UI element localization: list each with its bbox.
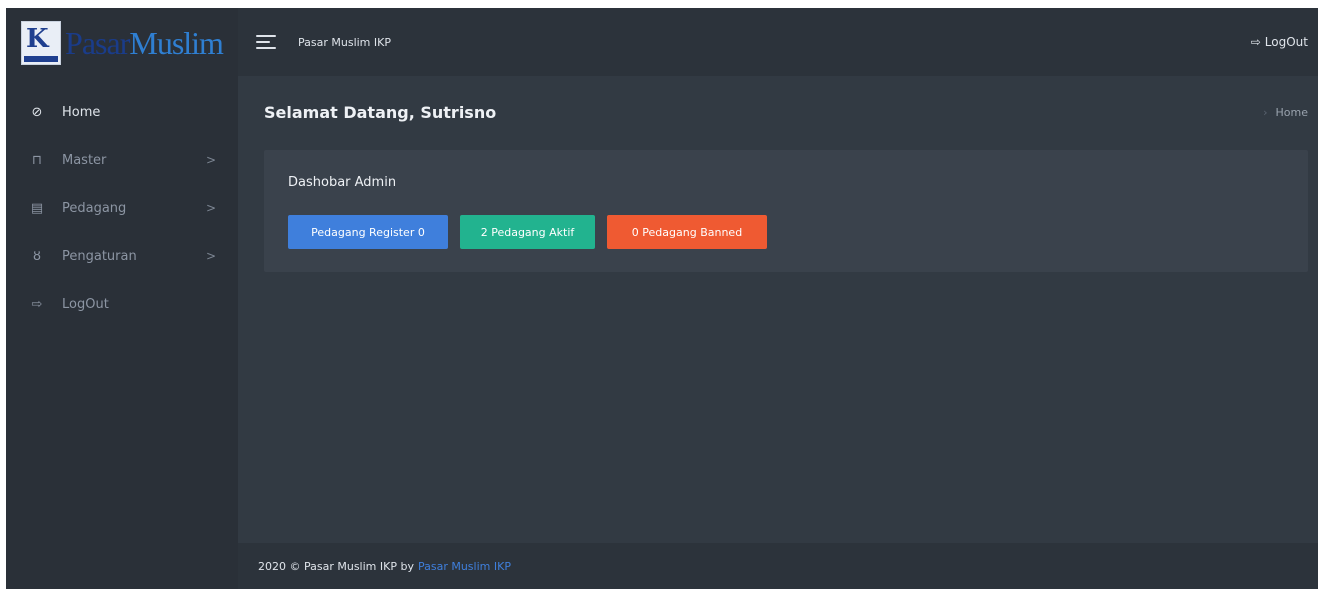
topbar: Pasar Muslim IKP ⇨ LogOut	[238, 8, 1318, 76]
app-frame: K PasarMuslim ⊘ Home ⊓ Master > ▤ Pedaga…	[6, 8, 1318, 589]
sidebar-item-label: LogOut	[62, 296, 109, 312]
card-title: Dashobar Admin	[288, 175, 397, 190]
dashboard-icon: ⊘	[31, 104, 43, 120]
logout-icon: ⇨	[31, 296, 43, 312]
breadcrumb: › Home	[1263, 106, 1308, 119]
footer: 2020 © Pasar Muslim IKP by Pasar Muslim …	[238, 543, 1318, 589]
footer-text: 2020 © Pasar Muslim IKP by	[258, 559, 414, 573]
sidebar-item-logout[interactable]: ⇨ LogOut	[6, 280, 238, 328]
logout-button[interactable]: ⇨ LogOut	[1251, 35, 1308, 49]
sidebar-item-label: Home	[62, 104, 101, 120]
app-title: Pasar Muslim IKP	[298, 35, 391, 49]
chevron-right-icon: >	[205, 201, 216, 215]
pedagang-banned-button[interactable]: 0 Pedagang Banned	[607, 215, 767, 249]
dashboard-card: Dashobar Admin Pedagang Register 0 2 Ped…	[264, 150, 1308, 272]
breadcrumb-home[interactable]: Home	[1276, 106, 1308, 119]
sidebar-menu: ⊘ Home ⊓ Master > ▤ Pedagang > ȣ Pengatu…	[6, 88, 238, 328]
hamburger-menu-icon[interactable]	[256, 35, 276, 49]
logo-text: PasarMuslim	[65, 24, 224, 61]
footer-link[interactable]: Pasar Muslim IKP	[418, 560, 511, 573]
sidebar-item-label: Master	[62, 152, 107, 168]
breadcrumb-separator: ›	[1263, 106, 1268, 119]
pedagang-aktif-button[interactable]: 2 Pedagang Aktif	[460, 215, 595, 249]
sidebar-item-home[interactable]: ⊘ Home	[6, 88, 238, 136]
logout-icon: ⇨	[1250, 35, 1261, 49]
brand-logo[interactable]: K PasarMuslim	[6, 8, 238, 78]
clipboard-icon: ▤	[30, 200, 44, 216]
user-settings-icon: ȣ	[33, 248, 41, 264]
building-icon: ⊓	[31, 152, 43, 168]
main-content: Selamat Datang, Sutrisno › Home Dashobar…	[238, 76, 1318, 543]
logo-icon: K	[21, 21, 62, 65]
sidebar: K PasarMuslim ⊘ Home ⊓ Master > ▤ Pedaga…	[6, 8, 238, 589]
sidebar-item-pedagang[interactable]: ▤ Pedagang >	[6, 184, 238, 232]
stats-buttons: Pedagang Register 0 2 Pedagang Aktif 0 P…	[288, 215, 767, 249]
pedagang-register-button[interactable]: Pedagang Register 0	[288, 215, 448, 249]
chevron-right-icon: >	[205, 249, 216, 263]
sidebar-item-master[interactable]: ⊓ Master >	[6, 136, 238, 184]
logout-label: LogOut	[1264, 35, 1308, 49]
sidebar-item-label: Pengaturan	[62, 248, 137, 264]
sidebar-item-pengaturan[interactable]: ȣ Pengaturan >	[6, 232, 238, 280]
chevron-right-icon: >	[205, 153, 216, 167]
page-title: Selamat Datang, Sutrisno	[264, 103, 497, 122]
sidebar-item-label: Pedagang	[62, 200, 127, 216]
